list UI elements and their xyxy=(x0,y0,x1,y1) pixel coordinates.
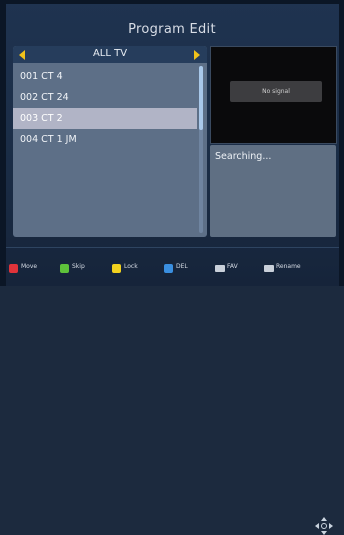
category-label: ALL TV xyxy=(92,48,128,59)
channel-label: 002 CT 24 xyxy=(20,92,69,103)
frame-right xyxy=(339,0,344,286)
channel-row-selected[interactable]: 003 CT 2 xyxy=(13,108,197,129)
arrow-right-icon[interactable] xyxy=(194,50,200,60)
function-key-bar: Move Skip Lock DEL FAV Rename xyxy=(0,258,344,535)
scrollbar-thumb[interactable] xyxy=(199,66,203,130)
channel-row[interactable]: 004 CT 1 JM xyxy=(13,129,197,150)
channel-row[interactable]: 002 CT 24 xyxy=(13,87,197,108)
channel-label: 003 CT 2 xyxy=(20,113,63,124)
footer-divider xyxy=(6,247,339,248)
search-status: Searching... xyxy=(215,151,272,162)
category-selector[interactable]: ALL TV xyxy=(13,46,207,63)
dpad-icon xyxy=(315,517,333,535)
frame-left xyxy=(0,0,6,286)
channel-label: 004 CT 1 JM xyxy=(20,134,77,145)
fav-key-icon xyxy=(215,265,225,272)
del-label: DEL xyxy=(176,263,188,270)
video-preview: No signal xyxy=(210,46,337,144)
rename-key-icon xyxy=(264,265,274,272)
lock-label: Lock xyxy=(124,263,138,270)
green-key-icon xyxy=(60,264,69,273)
frame-top xyxy=(0,0,344,4)
rename-label: Rename xyxy=(276,263,301,270)
move-label: Move xyxy=(21,263,38,270)
channel-list-scrollbar[interactable] xyxy=(199,66,203,233)
info-panel: Searching... xyxy=(210,145,336,237)
channel-list: 001 CT 4 002 CT 24 003 CT 2 004 CT 1 JM xyxy=(13,66,197,150)
blue-key-icon xyxy=(164,264,173,273)
fav-label: FAV xyxy=(227,263,238,270)
yellow-key-icon xyxy=(112,264,121,273)
channel-row[interactable]: 001 CT 4 xyxy=(13,66,197,87)
screen: Program Edit ALL TV 001 CT 4 002 CT 24 0… xyxy=(0,0,344,535)
skip-label: Skip xyxy=(72,263,85,270)
channel-label: 001 CT 4 xyxy=(20,71,63,82)
page-title: Program Edit xyxy=(128,22,216,37)
red-key-icon xyxy=(9,264,18,273)
no-signal-badge: No signal xyxy=(230,81,322,102)
